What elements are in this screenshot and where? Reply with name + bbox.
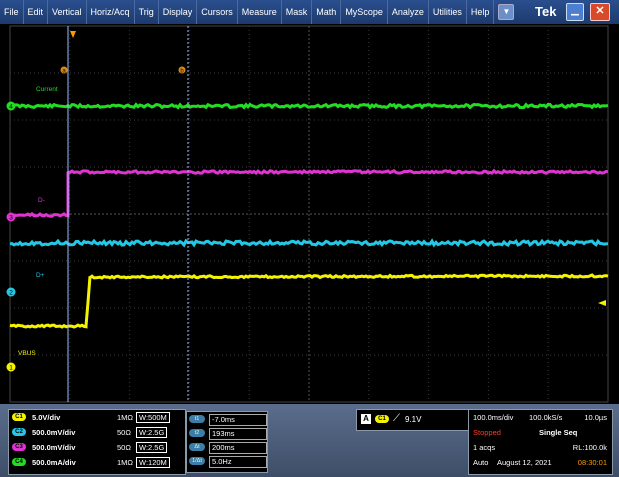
- acquisition-panel[interactable]: 100.0ms/div 100.0kS/s 10.0µs Stopped Sin…: [468, 409, 613, 475]
- chevron-down-icon[interactable]: ▼: [498, 4, 515, 20]
- channel-3-scale: 500.0mV/div: [32, 443, 76, 452]
- channel-4-impedance: 1MΩ: [117, 458, 134, 467]
- channel-3-bandwidth: W:2.5G: [136, 442, 168, 453]
- trigger-panel[interactable]: A C1 ⟋ 9.1V: [356, 409, 470, 431]
- resolution-value: 10.0µs: [584, 413, 607, 422]
- acq-row-timebase: 100.0ms/div 100.0kS/s 10.0µs: [473, 413, 609, 424]
- channel-settings-panel: C1 5.0V/div 1MΩ W:500M C2 500.0mV/div 50…: [8, 409, 186, 475]
- channel-1-badge[interactable]: C1: [12, 413, 26, 422]
- acquisition-count: 1 acqs: [473, 443, 496, 452]
- cursor-freq-badge: 1/Δt: [189, 457, 205, 466]
- label-dplus: D+: [36, 272, 45, 279]
- trigger-mode: A: [361, 414, 371, 424]
- trigger-auto-mode: Auto: [473, 458, 489, 467]
- trigger-source-badge: C1: [375, 415, 389, 423]
- menu-utilities[interactable]: Utilities: [429, 0, 467, 24]
- acquisition-time: 08:30:01: [577, 458, 607, 467]
- menu-file[interactable]: File: [0, 0, 24, 24]
- channel-3-impedance: 50Ω: [117, 443, 131, 452]
- menu-cursors[interactable]: Cursors: [197, 0, 238, 24]
- cursor-freq-row: 1/Δt 5.0Hz: [189, 456, 267, 468]
- cursor-t2-badge: t2: [189, 429, 205, 438]
- channel-4-badge[interactable]: C4: [12, 458, 26, 467]
- channel-1-scale: 5.0V/div: [32, 413, 61, 422]
- menu-help[interactable]: Help: [467, 0, 495, 24]
- acq-row-state: Stopped Single Seq: [473, 428, 609, 439]
- menu-bar: File Edit Vertical Horiz/Acq Trig Displa…: [0, 0, 619, 24]
- channel-2-scale: 500.0mV/div: [32, 428, 76, 437]
- close-icon[interactable]: ✕: [590, 3, 610, 21]
- ch3-marker-label: 3: [9, 215, 13, 222]
- menu-myscope[interactable]: MyScope: [341, 0, 388, 24]
- status-panel: C1 5.0V/div 1MΩ W:500M C2 500.0mV/div 50…: [0, 404, 619, 477]
- brand-logo: Tek: [535, 4, 557, 19]
- cursor-delta-badge: Δt: [189, 443, 205, 452]
- channel-row-3[interactable]: C3 500.0mV/div 50Ω W:2.5G: [12, 442, 182, 454]
- cursor-t2-value: 193ms: [209, 428, 267, 440]
- channel-1-bandwidth: W:500M: [136, 412, 170, 423]
- ch1-marker-label: 1: [9, 365, 13, 372]
- menu-measure[interactable]: Measure: [238, 0, 282, 24]
- trigger-level: 9.1V: [405, 415, 422, 424]
- menu-horiz-acq[interactable]: Horiz/Acq: [87, 0, 135, 24]
- cursor-delta-value: 200ms: [209, 442, 267, 454]
- channel-2-impedance: 50Ω: [117, 428, 131, 437]
- channel-row-2[interactable]: C2 500.0mV/div 50Ω W:2.5G: [12, 427, 182, 439]
- label-vbus: VBUS: [18, 350, 36, 357]
- waveform-display[interactable]: a b Current D- D+ VBUS 4 3 2 1: [0, 24, 619, 404]
- menu-mask[interactable]: Mask: [282, 0, 313, 24]
- menu-math[interactable]: Math: [312, 0, 342, 24]
- minimize-icon[interactable]: ▁: [566, 3, 584, 21]
- cursor-t1-badge: t1: [189, 415, 205, 424]
- cursor-t1-value: -7.0ms: [209, 414, 267, 426]
- cursor-delta-row: Δt 200ms: [189, 442, 267, 454]
- record-length: RL:100.0k: [572, 443, 607, 452]
- channel-4-scale: 500.0mA/div: [32, 458, 76, 467]
- ch2-marker-label: 2: [9, 290, 13, 297]
- channel-2-badge[interactable]: C2: [12, 428, 26, 437]
- rising-edge-icon: ⟋: [393, 413, 400, 424]
- channel-row-1[interactable]: C1 5.0V/div 1MΩ W:500M: [12, 412, 182, 424]
- menu-display[interactable]: Display: [159, 0, 198, 24]
- ch4-marker-label: 4: [9, 104, 13, 111]
- menu-trig[interactable]: Trig: [135, 0, 159, 24]
- menu-vertical[interactable]: Vertical: [48, 0, 87, 24]
- cursor-freq-value: 5.0Hz: [209, 456, 267, 468]
- channel-2-bandwidth: W:2.5G: [136, 427, 168, 438]
- channel-1-impedance: 1MΩ: [117, 413, 134, 422]
- channel-4-bandwidth: W:120M: [136, 457, 170, 468]
- cursor-t2-row: t2 193ms: [189, 428, 267, 440]
- label-current: Current: [36, 86, 58, 93]
- channel-3-badge[interactable]: C3: [12, 443, 26, 452]
- sample-rate-value: 100.0kS/s: [529, 413, 563, 422]
- channel-row-4[interactable]: C4 500.0mA/div 1MΩ W:120M: [12, 457, 182, 469]
- cursor-t1-row: t1 -7.0ms: [189, 414, 267, 426]
- timebase-value: 100.0ms/div: [473, 413, 514, 422]
- acq-row-count: 1 acqs RL:100.0k: [473, 443, 609, 454]
- menu-edit[interactable]: Edit: [24, 0, 49, 24]
- label-dminus: D-: [38, 197, 45, 204]
- acquisition-mode: Single Seq: [539, 428, 578, 437]
- acquisition-date: August 12, 2021: [497, 458, 552, 467]
- cursor-readout-panel[interactable]: t1 -7.0ms t2 193ms Δt 200ms 1/Δt 5.0Hz: [186, 411, 268, 473]
- menu-analyze[interactable]: Analyze: [388, 0, 429, 24]
- acq-row-datetime: Auto August 12, 2021 08:30:01: [473, 458, 609, 469]
- acquisition-state: Stopped: [473, 428, 501, 437]
